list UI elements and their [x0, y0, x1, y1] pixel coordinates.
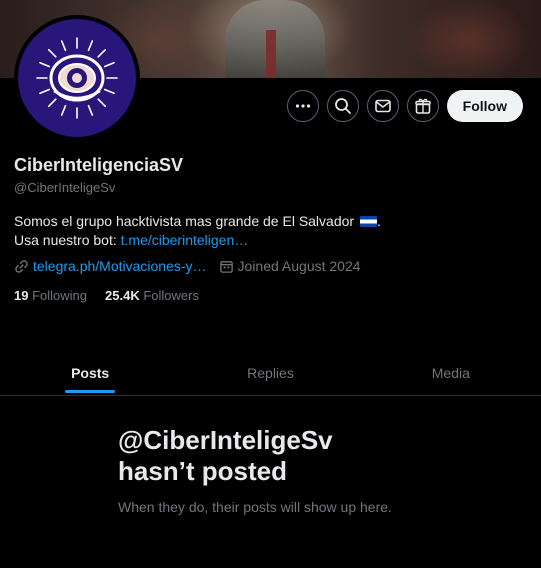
- message-icon: [374, 99, 391, 113]
- calendar-icon: [219, 260, 233, 273]
- joined-date: Joined August 2024: [237, 258, 361, 274]
- empty-state: @CiberInteligeSv hasn’t posted When they…: [118, 425, 438, 515]
- bio-line1-end: .: [376, 213, 381, 229]
- message-button[interactable]: [366, 90, 399, 122]
- bio-line1: Somos el grupo hacktivista mas grande de…: [14, 213, 355, 229]
- profile-bio: Somos el grupo hacktivista mas grande de…: [14, 212, 381, 250]
- following-label: Following: [32, 288, 88, 303]
- website-link[interactable]: telegra.ph/Motivaciones-y…: [33, 258, 207, 274]
- profile-handle: @CiberInteligeSv: [14, 180, 116, 195]
- eye-logo-icon: [36, 37, 118, 119]
- profile-meta: telegra.ph/Motivaciones-y… Joined August…: [14, 258, 373, 274]
- more-button[interactable]: [286, 90, 319, 122]
- display-name: CiberInteligenciaSV: [14, 155, 184, 175]
- tab-replies[interactable]: Replies: [180, 350, 360, 395]
- followers-label: Followers: [143, 288, 199, 303]
- profile-stats: 19 Following 25.4K Followers: [14, 288, 199, 303]
- bio-line2-prefix: Usa nuestro bot:: [14, 232, 121, 248]
- search-button[interactable]: [326, 90, 359, 122]
- following-count: 19: [14, 288, 29, 303]
- empty-state-subtitle: When they do, their posts will show up h…: [118, 499, 392, 515]
- empty-state-title-line2: hasn’t posted: [118, 456, 288, 486]
- followers-stat[interactable]: 25.4K Followers: [105, 288, 199, 303]
- empty-state-title-line1: @CiberInteligeSv: [118, 425, 333, 455]
- profile-tabs: Posts Replies Media: [0, 350, 541, 396]
- follow-button[interactable]: Follow: [446, 90, 523, 122]
- subscribe-icon: [414, 98, 431, 114]
- empty-state-title: @CiberInteligeSv hasn’t posted: [118, 425, 438, 487]
- bio-telegram-link[interactable]: t.me/ciberinteligen…: [121, 232, 249, 248]
- more-icon: [295, 104, 310, 108]
- tab-media[interactable]: Media: [361, 350, 541, 395]
- link-icon: [15, 259, 28, 273]
- el-salvador-flag-icon: [359, 216, 377, 227]
- search-icon: [334, 98, 351, 114]
- followers-count: 25.4K: [105, 288, 140, 303]
- subscribe-button[interactable]: [406, 90, 439, 122]
- avatar[interactable]: [14, 15, 140, 141]
- website-item: telegra.ph/Motivaciones-y…: [14, 258, 207, 274]
- following-stat[interactable]: 19 Following: [14, 288, 87, 303]
- avatar-image: [18, 19, 136, 137]
- tab-posts[interactable]: Posts: [0, 350, 180, 395]
- joined-item: Joined August 2024: [219, 258, 361, 274]
- banner-tie: [266, 30, 276, 78]
- profile-actions: Follow: [286, 90, 523, 122]
